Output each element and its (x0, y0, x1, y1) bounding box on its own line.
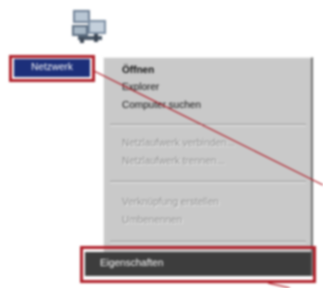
annotation-pointer-line (91, 69, 323, 186)
screenshot-stage: Netzwerk Öffnen Explorer Computer suchen… (0, 0, 323, 288)
annotation-lines (91, 69, 323, 288)
highlight-box-properties (80, 246, 316, 283)
highlight-box-icon-label (9, 55, 95, 82)
annotation-pointer-line (267, 282, 291, 288)
